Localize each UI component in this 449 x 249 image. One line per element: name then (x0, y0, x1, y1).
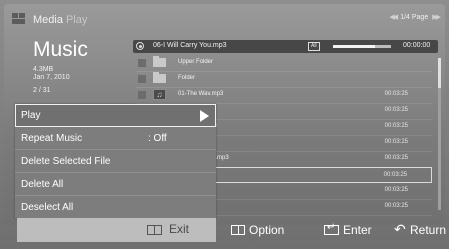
menu-item-delete-all[interactable]: Delete All (15, 173, 216, 196)
file-list-row[interactable]: ♫ 01-The Wav.mp3 00:03:25 (135, 87, 432, 104)
playing-icon (136, 42, 144, 50)
menu-item-label: Delete All (21, 179, 64, 190)
menu-item-label: Deselect All (21, 202, 74, 213)
menu-item-repeat-music[interactable]: Repeat Music : Off (15, 127, 216, 150)
media-play-icon (12, 13, 30, 27)
file-count: 2 / 31 (33, 87, 51, 94)
menu-item-play[interactable]: Play (15, 104, 216, 127)
menu-item-delete-selected[interactable]: Delete Selected File (15, 150, 216, 173)
brand-media-label: Media (33, 14, 63, 26)
return-button[interactable]: Return (410, 223, 446, 237)
playback-progress-fill (333, 45, 375, 48)
select-checkbox[interactable] (138, 91, 146, 99)
brand-play-label: Play (65, 14, 88, 26)
file-date: Jan 7, 2010 (33, 74, 70, 81)
page-prev-icon[interactable]: ◀◀ (389, 13, 398, 21)
file-name: Folder (178, 75, 196, 81)
playback-progress (333, 45, 391, 48)
enter-key-icon (324, 222, 339, 235)
folder-icon (153, 56, 166, 67)
exit-label: Exit (169, 222, 190, 236)
menu-item-label: Repeat Music (21, 133, 83, 144)
file-name: Upper Folder (178, 59, 214, 65)
file-list-row[interactable]: Folder (135, 71, 432, 88)
section-title: Music (33, 38, 88, 61)
bottom-key-guide: Exit Option Enter ↶ Return (17, 218, 446, 242)
file-size: 4.3MB (33, 66, 54, 73)
option-key-icon (231, 225, 245, 235)
file-duration: 00:03:25 (384, 107, 408, 113)
tools-popup-menu: Play Repeat Music : Off Delete Selected … (15, 104, 216, 218)
menu-item-deselect-all[interactable]: Deselect All (15, 196, 216, 219)
now-playing-bar: 06-I Will Carry You.mp3 All 00:00:00 (133, 40, 438, 53)
scrollbar-thumb[interactable] (438, 58, 441, 88)
file-duration: 00:03:25 (383, 172, 407, 178)
repeat-value: : Off (148, 133, 167, 144)
file-duration: 00:03:25 (384, 187, 408, 193)
enter-button[interactable]: Enter (343, 223, 372, 237)
play-arrow-icon (200, 110, 209, 122)
option-button[interactable]: Option (249, 223, 284, 237)
brand-logo: Media Play (12, 11, 87, 29)
menu-item-label: Play (21, 110, 41, 121)
file-duration: 00:03:25 (384, 91, 408, 97)
file-duration: 00:03:25 (384, 139, 408, 145)
file-list-row[interactable]: Upper Folder (135, 55, 432, 72)
folder-icon (153, 72, 166, 83)
playback-time: 00:00:00 (403, 42, 431, 49)
return-icon: ↶ (394, 221, 406, 237)
media-play-screen: Media Play ◀◀ 1/4 Page ▶▶ Music 4.3MB Ja… (0, 0, 449, 249)
page-label: 1/4 Page (400, 13, 429, 21)
file-duration: 00:03:25 (384, 155, 408, 161)
file-duration: 00:03:25 (384, 203, 408, 209)
list-scrollbar[interactable] (438, 58, 441, 210)
repeat-mode-badge: All (308, 42, 320, 51)
select-checkbox[interactable] (138, 59, 146, 67)
exit-button[interactable]: Exit (17, 218, 216, 242)
page-indicator: ◀◀ 1/4 Page ▶▶ (389, 13, 441, 22)
file-duration: 00:03:25 (384, 123, 408, 129)
tools-key-icon (147, 225, 162, 235)
file-name: 01-The Wav.mp3 (178, 91, 224, 97)
music-note-icon: ♫ (153, 89, 166, 100)
page-next-icon[interactable]: ▶▶ (432, 13, 441, 21)
now-playing-title: 06-I Will Carry You.mp3 (153, 42, 227, 49)
select-checkbox[interactable] (138, 75, 146, 83)
menu-item-label: Delete Selected File (21, 156, 111, 167)
